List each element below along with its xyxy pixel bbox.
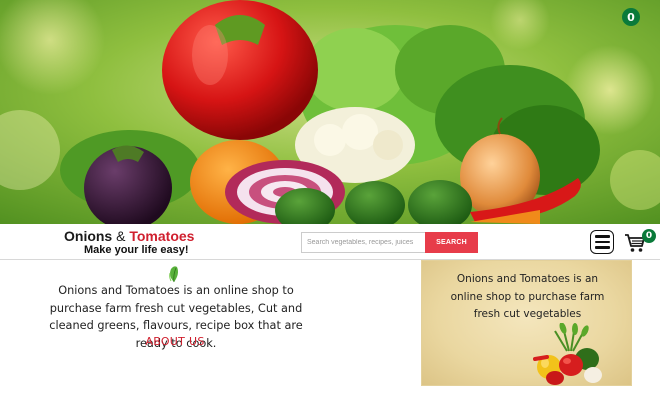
brand-tagline: Make your life easy! [84, 244, 189, 256]
vegetables-illustration [533, 323, 602, 385]
brand-logo[interactable]: Onions & Tomatoes Make your life easy! [64, 228, 194, 257]
promo-banner[interactable]: Onions and Tomatoes is an online shop to… [421, 260, 632, 386]
vegetables-hero-image [0, 0, 660, 224]
menu-bar-icon [594, 235, 610, 238]
search-bar: SEARCH [301, 232, 478, 253]
brand-name: Onions & Tomatoes [64, 228, 194, 244]
menu-bar-icon [594, 246, 610, 249]
leaf-icon [169, 266, 178, 283]
about-us-link[interactable]: ABOUT US [140, 335, 210, 348]
brand-name-onions: Onions [64, 228, 113, 244]
cart-count-badge: 0 [642, 229, 656, 243]
notification-badge[interactable]: 0 [622, 8, 640, 26]
hero-banner: 0 [0, 0, 660, 224]
search-input[interactable] [301, 232, 425, 253]
search-button[interactable]: SEARCH [425, 232, 478, 253]
menu-bar-icon [594, 240, 610, 244]
promo-text: Onions and Tomatoes is an online shop to… [450, 273, 605, 320]
site-header: Onions & Tomatoes Make your life easy! S… [0, 224, 660, 260]
hamburger-menu-button[interactable] [590, 230, 614, 254]
brand-name-tomatoes: Tomatoes [129, 228, 195, 244]
brand-name-ampersand: & [116, 228, 126, 244]
